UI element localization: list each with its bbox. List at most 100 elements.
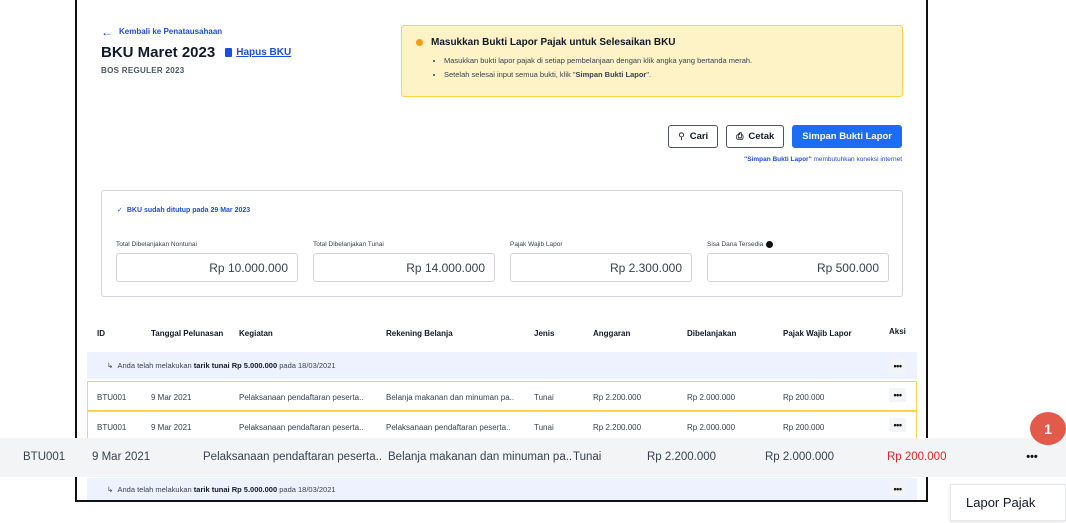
bku-closed-note-text: BKU sudah ditutup pada 29 Mar 2023 [126,206,251,214]
stat-value: Rp 14.000.000 [313,253,495,282]
cell-rekening: Belanja makanan dan minuman pa.. [386,393,515,402]
col-anggaran: Anggaran [593,329,631,338]
menu-item-lapor-pajak[interactable]: Lapor Pajak [966,495,1035,510]
internet-note-rest: membutuhkan koneksi internet [811,156,902,163]
table-row[interactable]: BTU001 9 Mar 2021 Pelaksanaan pendaftara… [87,411,917,439]
action-menu: Lapor Pajak [950,484,1066,521]
cell-jenis: Tunai [534,393,554,402]
cell-rekening: Pelaksanaan pendaftaran peserta.. [386,423,511,432]
bku-frame: ← Kembali ke Penatausahaan BKU Maret 202… [75,0,928,502]
tarik-tunai-prefix: Anda telah melakukan [117,361,194,370]
alert-item-2-bold: Simpan Bukti Lapor [575,70,647,79]
tarik-tunai-amount: tarik tunai Rp 5.000.000 [193,485,278,494]
cell-anggaran: Rp 2.200.000 [593,393,642,402]
col-aksi: Aksi [889,327,906,336]
cell-anggaran: Rp 2.200.000 [647,451,717,463]
stat-nontunai: Total Dibelanjakan Nontunai Rp 10.000.00… [116,241,298,282]
col-kegiatan: Kegiatan [239,329,273,338]
stat-value: Rp 2.300.000 [510,253,692,282]
cell-dibelanjakan: Rp 2.000.000 [687,393,736,402]
stat-value: Rp 500.000 [707,253,889,282]
check-icon: ✓ [117,207,123,214]
delete-bku-label: Hapus BKU [236,47,292,58]
return-arrow-icon: ↳ [107,361,114,370]
print-button[interactable]: ⎙ Cetak [726,125,785,148]
back-link-label: Kembali ke Penatausahaan [119,27,223,36]
tarik-tunai-suffix: pada 18/03/2021 [277,485,336,494]
tarik-tunai-prefix: Anda telah melakukan [117,485,194,494]
search-button-label: Cari [689,131,709,142]
cell-dibelanjakan: Rp 2.000.000 [687,423,736,432]
print-button-label: Cetak [748,131,775,142]
more-actions-button[interactable]: ••• [889,418,906,432]
tarik-tunai-row: ↳ Anda telah melakukan tarik tunai Rp 5.… [87,478,917,500]
col-tanggal: Tanggal Pelunasan [151,329,224,338]
stat-pajak: Pajak Wajib Lapor Rp 2.300.000 [510,241,692,282]
stat-label: Sisa Dana Tersedia [707,241,889,248]
tax-report-alert: Masukkan Bukti Lapor Pajak untuk Selesai… [401,25,903,97]
internet-note: "Simpan Bukti Lapor" membutuhkan koneksi… [744,156,902,163]
back-link[interactable]: ← Kembali ke Penatausahaan [101,24,223,39]
tarik-tunai-text: ↳ Anda telah melakukan tarik tunai Rp 5.… [107,361,336,370]
table-header: ID Tanggal Pelunasan Kegiatan Rekening B… [87,321,917,345]
cell-kegiatan: Pelaksanaan pendaftaran peserta.. [203,451,383,463]
cell-jenis: Tunai [534,423,554,432]
save-report-button-label: Simpan Bukti Lapor [802,131,892,142]
warning-icon [416,39,423,46]
search-icon: ⚲ [678,131,685,141]
trash-icon [225,48,233,57]
more-actions-button[interactable]: ••• [889,359,906,373]
alert-title: Masukkan Bukti Lapor Pajak untuk Selesai… [416,37,888,48]
table-row[interactable]: BTU001 9 Mar 2021 Pelaksanaan pendaftara… [87,381,917,411]
delete-bku-link[interactable]: Hapus BKU [225,47,291,58]
more-actions-button[interactable]: ••• [1023,449,1041,464]
cell-pajak: Rp 200.000 [783,393,825,402]
more-actions-button[interactable]: ••• [889,482,906,496]
cell-tanggal: 9 Mar 2021 [151,393,192,402]
title-row: BKU Maret 2023 Hapus BKU [101,44,291,61]
zoomed-table-row[interactable]: BTU001 9 Mar 2021 Pelaksanaan pendaftara… [0,438,1066,477]
tarik-tunai-suffix: pada 18/03/2021 [277,361,336,370]
cell-anggaran: Rp 2.200.000 [593,423,642,432]
alert-item-2-prefix: Setelah selesai input semua bukti, klik … [444,70,576,79]
stat-label-text: Sisa Dana Tersedia [707,241,764,248]
cell-id: BTU001 [97,393,127,402]
stat-label: Total Dibelanjakan Nontunai [116,241,197,248]
alert-item-2-suffix: ". [646,70,652,79]
col-rekening: Rekening Belanja [386,329,453,338]
alert-item-1: Masukkan bukti lapor pajak di setiap pem… [444,54,888,68]
return-arrow-icon: ↳ [107,485,114,494]
printer-icon: ⎙ [736,131,744,141]
page-subtitle: BOS REGULER 2023 [101,66,185,75]
arrow-left-icon: ← [101,24,113,39]
cell-pajak-red[interactable]: Rp 200.000 [887,451,946,463]
cell-pajak: Rp 200.000 [783,423,825,432]
cell-jenis: Tunai [573,451,602,463]
bku-closed-note: ✓ BKU sudah ditutup pada 29 Mar 2023 [117,206,251,215]
col-dibelanjakan: Dibelanjakan [687,329,737,338]
save-report-button[interactable]: Simpan Bukti Lapor [792,125,902,148]
stat-label: Pajak Wajib Lapor [510,241,563,248]
toolbar: ⚲ Cari ⎙ Cetak Simpan Bukti Lapor [668,125,902,148]
stat-value: Rp 10.000.000 [116,253,298,282]
search-button[interactable]: ⚲ Cari [668,125,719,148]
info-icon[interactable] [766,241,774,248]
cell-dibelanjakan: Rp 2.000.000 [765,451,835,463]
tarik-tunai-row: ↳ Anda telah melakukan tarik tunai Rp 5.… [87,352,917,379]
cell-id: BTU001 [23,451,66,463]
tarik-tunai-text: ↳ Anda telah melakukan tarik tunai Rp 5.… [107,485,336,494]
tarik-tunai-amount: tarik tunai Rp 5.000.000 [193,361,278,370]
stat-sisa-dana: Sisa Dana Tersedia Rp 500.000 [707,241,889,282]
more-actions-button[interactable]: ••• [889,388,906,402]
cell-tanggal: 9 Mar 2021 [151,423,192,432]
alert-item-2: Setelah selesai input semua bukti, klik … [444,68,888,82]
stat-label: Total Dibelanjakan Tunai [313,241,384,248]
summary-card: ✓ BKU sudah ditutup pada 29 Mar 2023 Tot… [101,190,903,297]
stat-tunai: Total Dibelanjakan Tunai Rp 14.000.000 [313,241,495,282]
alert-list: Masukkan bukti lapor pajak di setiap pem… [416,54,888,82]
alert-title-text: Masukkan Bukti Lapor Pajak untuk Selesai… [431,37,676,48]
col-id: ID [97,329,105,338]
internet-note-bold: "Simpan Bukti Lapor" [744,156,812,163]
cell-id: BTU001 [97,423,127,432]
cell-tanggal: 9 Mar 2021 [92,451,151,463]
